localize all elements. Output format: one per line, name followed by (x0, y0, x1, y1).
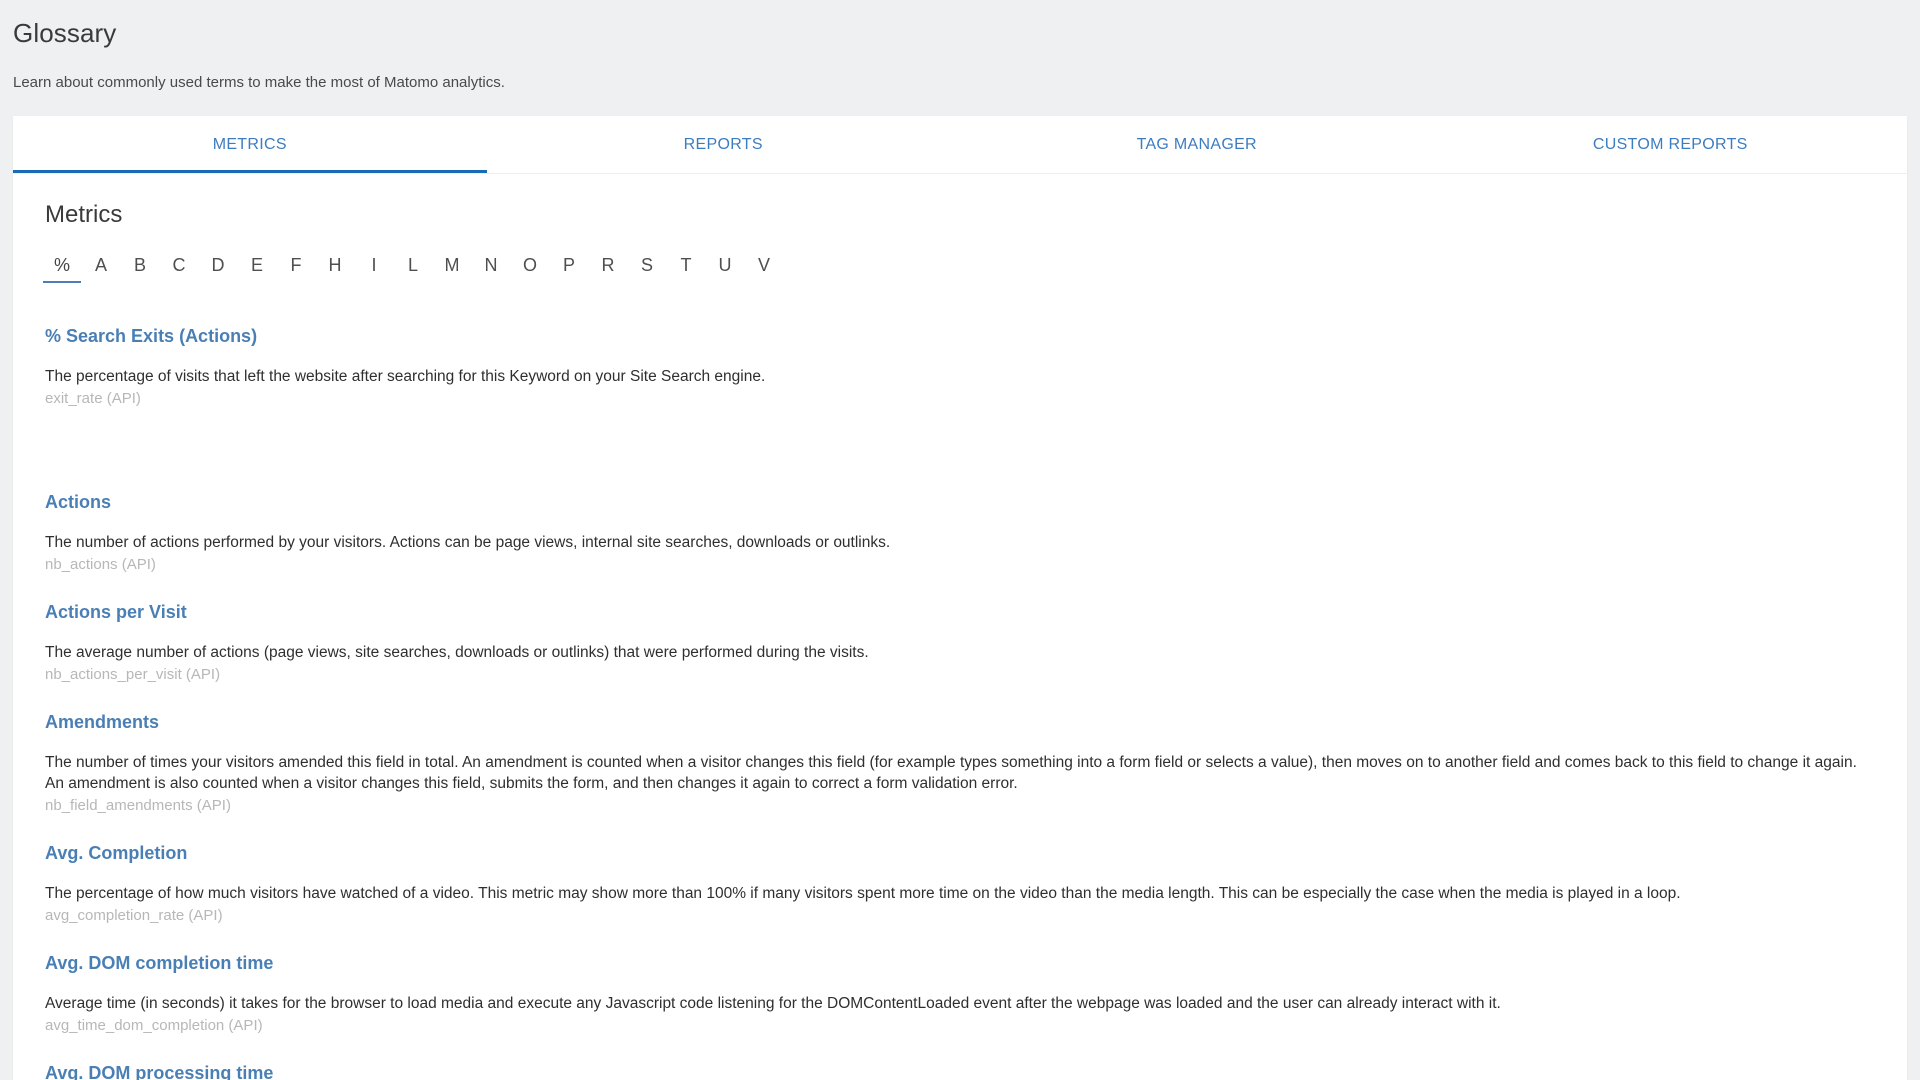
glossary-entry-description: The percentage of how much visitors have… (45, 885, 1681, 902)
glossary-entry: % Search Exits (Actions) The percentage o… (45, 325, 1875, 409)
active-tab-indicator (13, 170, 487, 173)
tab-label: TAG MANAGER (1136, 135, 1257, 153)
alphabet-item-e[interactable]: E (238, 254, 276, 283)
glossary-card: METRICS REPORTS TAG MANAGER CUSTOM REPORTS … (13, 116, 1907, 1080)
glossary-entry-api-name: nb_actions_per_visit (API) (45, 666, 221, 683)
page-title: Glossary (13, 18, 117, 48)
alphabet-item-percent[interactable]: % (43, 254, 81, 283)
glossary-entry-description: The number of actions performed by your … (45, 534, 891, 551)
tab-label: REPORTS (683, 135, 763, 153)
alphabet-filter-nav: % A B C D E F H I L M N O P R S T U V (43, 254, 1907, 283)
tab-label: METRICS (212, 135, 287, 153)
tab-reports[interactable]: REPORTS (487, 116, 961, 173)
alphabet-item-o[interactable]: O (511, 254, 549, 283)
alphabet-item-m[interactable]: M (433, 254, 471, 283)
alphabet-item-r[interactable]: R (589, 254, 627, 283)
glossary-entry-description: Average time (in seconds) it takes for t… (45, 995, 1501, 1012)
alphabet-item-i[interactable]: I (355, 254, 393, 283)
glossary-page: Glossary Learn about commonly used terms… (0, 0, 1920, 1080)
glossary-entry-api-name: avg_completion_rate (API) (45, 907, 223, 924)
glossary-entry: Actions per Visit The average number of a… (45, 601, 1875, 685)
glossary-entry-name: Avg. DOM processing time (45, 1063, 274, 1080)
alphabet-item-u[interactable]: U (706, 254, 744, 283)
glossary-entry-name: Actions per Visit (45, 602, 187, 622)
glossary-entry: Amendments The number of times your visit… (45, 711, 1875, 816)
alphabet-item-f[interactable]: F (277, 254, 315, 283)
glossary-entry-name: Actions (45, 492, 112, 512)
glossary-entry-name: Avg. Completion (45, 843, 188, 863)
glossary-entry-name: % Search Exits (Actions) (45, 326, 258, 346)
page-header: Glossary Learn about commonly used terms… (0, 0, 1920, 94)
glossary-entry: Actions The number of actions performed b… (45, 491, 1875, 575)
glossary-entry-description: The number of times your visitors amende… (45, 754, 1857, 792)
glossary-entry-api-name: avg_time_dom_completion (API) (45, 1017, 263, 1034)
glossary-entry: Avg. Completion The percentage of how muc… (45, 842, 1875, 926)
glossary-entry-description: The average number of actions (page view… (45, 644, 869, 661)
alphabet-item-b[interactable]: B (121, 254, 159, 283)
page-subtitle: Learn about commonly used terms to make … (13, 74, 505, 91)
tabs-divider (13, 173, 1907, 174)
alphabet-item-v[interactable]: V (745, 254, 783, 283)
glossary-entry-description: The percentage of visits that left the w… (45, 368, 766, 385)
tab-metrics[interactable]: METRICS (13, 116, 487, 173)
glossary-entry-api-name: nb_field_amendments (API) (45, 797, 231, 814)
tab-bar: METRICS REPORTS TAG MANAGER CUSTOM REPORTS (13, 116, 1907, 173)
alphabet-item-d[interactable]: D (199, 254, 237, 283)
alphabet-item-n[interactable]: N (472, 254, 510, 283)
glossary-entry-api-name: nb_actions (API) (45, 556, 156, 573)
glossary-entry: Avg. DOM completion time Average time (in… (45, 952, 1875, 1036)
alphabet-item-h[interactable]: H (316, 254, 354, 283)
alphabet-item-p[interactable]: P (550, 254, 588, 283)
glossary-content: Metrics % A B C D E F H I L M N O P R S T U V % Search Exi… (13, 174, 1907, 1080)
tab-label: CUSTOM REPORTS (1592, 135, 1748, 153)
alphabet-item-t[interactable]: T (667, 254, 705, 283)
glossary-entry-list: % Search Exits (Actions) The percentage o… (13, 325, 1907, 1080)
tabs-container: METRICS REPORTS TAG MANAGER CUSTOM REPORTS (13, 116, 1907, 174)
alphabet-item-l[interactable]: L (394, 254, 432, 283)
tab-tag-manager[interactable]: TAG MANAGER (960, 116, 1434, 173)
alphabet-item-a[interactable]: A (82, 254, 120, 283)
tab-custom-reports[interactable]: CUSTOM REPORTS (1434, 116, 1908, 173)
glossary-entry-name: Avg. DOM completion time (45, 953, 274, 973)
alphabet-item-c[interactable]: C (160, 254, 198, 283)
section-title: Metrics (45, 201, 123, 228)
glossary-entry: Avg. DOM processing time (45, 1062, 1875, 1080)
glossary-entry-api-name: exit_rate (API) (45, 390, 141, 407)
alphabet-item-s[interactable]: S (628, 254, 666, 283)
glossary-entry-name: Amendments (45, 712, 160, 732)
